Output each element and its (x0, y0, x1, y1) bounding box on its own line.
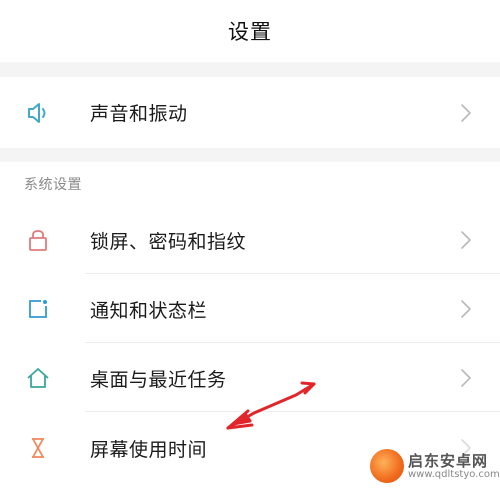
settings-item-sound[interactable]: 声音和振动 (0, 77, 500, 148)
watermark-title: 启东安卓网 (408, 452, 489, 470)
row-divider (85, 273, 500, 274)
section-title: 系统设置 (24, 177, 82, 193)
settings-item-label: 锁屏、密码和指纹 (90, 230, 247, 253)
chevron-right-icon (459, 298, 473, 320)
settings-item-home-screen[interactable]: 桌面与最近任务 (0, 344, 500, 412)
watermark: 启东安卓网 www.qdltstyo.com (370, 447, 500, 487)
watermark-logo-icon (370, 449, 404, 483)
hourglass-icon (24, 434, 52, 462)
top-separator (0, 62, 500, 77)
chevron-right-icon (459, 229, 473, 251)
home-icon (24, 364, 52, 392)
settings-item-label: 通知和状态栏 (90, 299, 208, 322)
page-title: 设置 (228, 20, 272, 44)
section-header: 系统设置 (0, 162, 500, 206)
row-divider (85, 411, 500, 412)
settings-item-label: 声音和振动 (90, 103, 188, 125)
group-separator (0, 148, 500, 162)
lock-icon (24, 226, 52, 254)
chevron-right-icon (459, 367, 473, 389)
watermark-url: www.qdltstyo.com (408, 469, 500, 480)
settings-item-lockscreen[interactable]: 锁屏、密码和指纹 (0, 206, 500, 274)
settings-item-notifications[interactable]: 通知和状态栏 (0, 275, 500, 343)
settings-item-label: 屏幕使用时间 (90, 438, 208, 461)
speaker-icon (24, 99, 52, 127)
row-divider (85, 342, 500, 343)
settings-item-label: 桌面与最近任务 (90, 368, 227, 391)
chevron-right-icon (459, 102, 473, 124)
notification-icon (24, 295, 52, 323)
top-bar: 设置 (0, 0, 500, 62)
